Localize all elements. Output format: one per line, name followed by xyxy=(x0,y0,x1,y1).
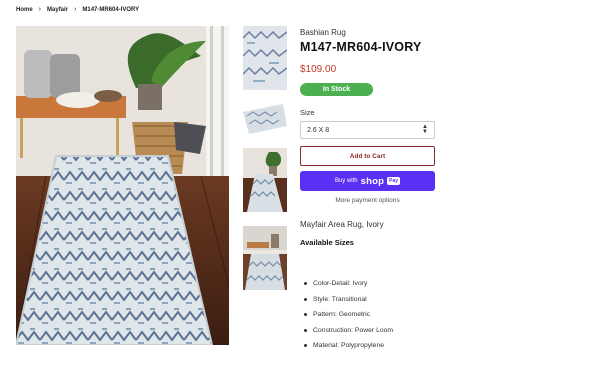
feature-item: Style: Transitional xyxy=(304,292,393,308)
breadcrumb-home[interactable]: Home xyxy=(16,7,33,13)
buy-with-label: Buy with xyxy=(334,178,358,184)
product-title: M147-MR604-IVORY xyxy=(300,40,422,54)
stock-badge: In Stock xyxy=(300,83,373,96)
shop-logo: shop xyxy=(360,175,385,187)
pay-badge: Pay xyxy=(387,177,401,185)
add-to-cart-button[interactable]: Add to Cart xyxy=(300,146,435,166)
feature-item: Pattern: Geometric xyxy=(304,307,393,323)
product-info: Bashian Rug M147-MR604-IVORY $109.00 In … xyxy=(300,28,436,247)
description-title: Mayfair Area Rug, Ivory xyxy=(300,220,384,229)
thumbnail-list xyxy=(243,26,287,304)
feature-item: Color-Detail: Ivory xyxy=(304,276,393,292)
thumbnail-rug-rolled-corner[interactable] xyxy=(243,104,287,134)
feature-list: Color-Detail: Ivory Style: Transitional … xyxy=(304,276,393,354)
select-arrows-icon: ▲ ▼ xyxy=(422,124,428,135)
thumbnail-rug-closeup[interactable] xyxy=(243,26,287,90)
product-price: $109.00 xyxy=(300,64,337,75)
chevron-right-icon: › xyxy=(74,6,77,13)
feature-item: Material: Polypropylene xyxy=(304,338,393,354)
product-vendor[interactable]: Bashian Rug xyxy=(300,28,436,37)
size-select[interactable]: 2.6 X 8 ▲ ▼ xyxy=(300,121,435,139)
more-payment-options-link[interactable]: More payment options xyxy=(300,197,435,204)
chevron-right-icon: › xyxy=(38,6,42,13)
size-select-value: 2.6 X 8 xyxy=(307,126,330,134)
main-product-image[interactable] xyxy=(16,26,229,345)
breadcrumb: Home › Mayfair › M147-MR604-IVORY xyxy=(16,6,139,13)
feature-item: Construction: Power Loom xyxy=(304,323,393,339)
breadcrumb-current: M147-MR604-IVORY xyxy=(82,6,140,13)
available-sizes-heading: Available Sizes xyxy=(300,238,354,247)
size-label: Size xyxy=(300,108,315,117)
breadcrumb-collection[interactable]: Mayfair xyxy=(47,7,68,13)
shop-pay-button[interactable]: Buy with shop Pay xyxy=(300,171,435,191)
thumbnail-rug-room-wide[interactable] xyxy=(243,226,287,290)
thumbnail-rug-hallway[interactable] xyxy=(243,148,287,212)
